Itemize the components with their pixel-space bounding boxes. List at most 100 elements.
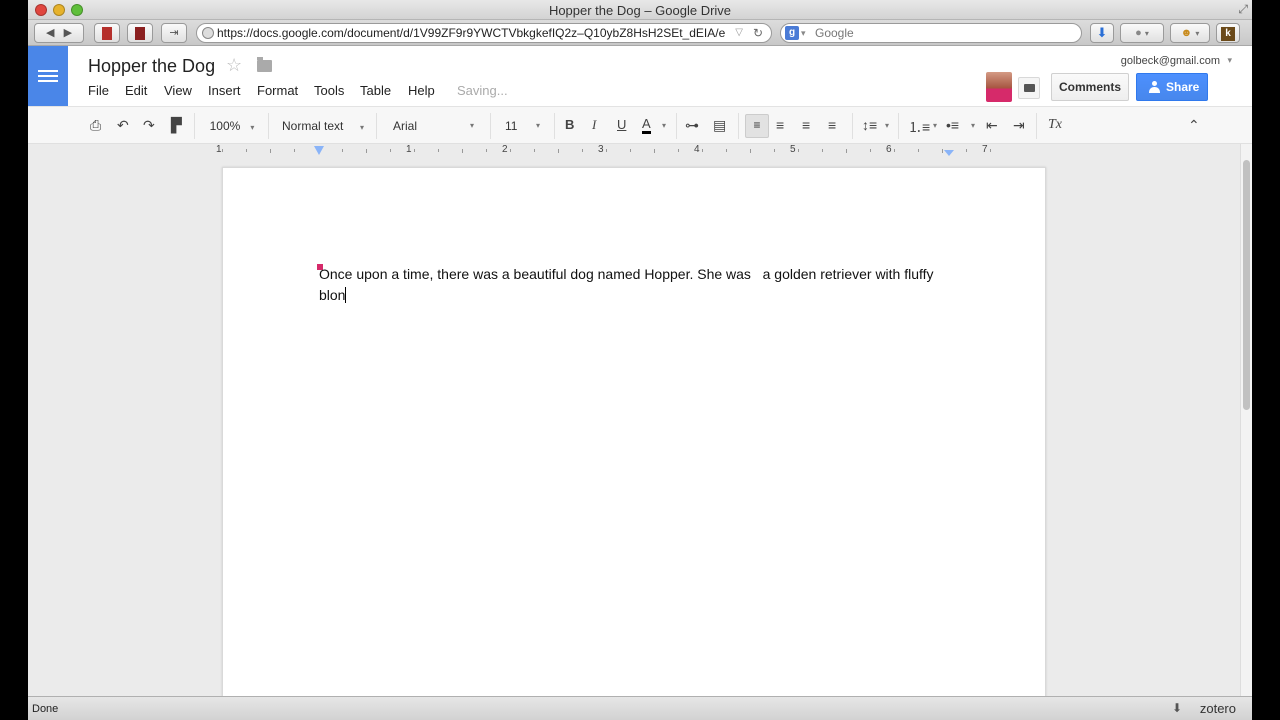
back-forward-buttons[interactable]: ◀ ▶ (34, 23, 84, 43)
window-titlebar: Hopper the Dog – Google Drive ⤢ (28, 0, 1252, 20)
downloads-button[interactable]: ⬇ (1090, 23, 1114, 43)
undo-icon[interactable]: ↶ (117, 117, 129, 134)
url-dropdown-icon[interactable]: ▽ (735, 24, 743, 42)
ruler-tick (270, 149, 271, 153)
align-left-icon[interactable]: ≡ (745, 114, 769, 138)
menu-file[interactable]: File (88, 83, 109, 98)
decrease-indent-icon[interactable]: ⇤ (986, 117, 998, 134)
line-spacing-icon[interactable]: ↕≡ (862, 117, 877, 133)
chevron-down-icon[interactable]: ▾ (662, 121, 666, 130)
save-status: Saving... (457, 83, 508, 98)
document-title[interactable]: Hopper the Dog (88, 56, 215, 77)
numbered-list-icon[interactable]: ⒈≡ (908, 117, 930, 137)
redo-icon[interactable]: ↷ (143, 117, 155, 134)
greasemonkey-button[interactable]: ☻ ▾ (1170, 23, 1210, 43)
font-size-select[interactable]: 11 ▾ (500, 116, 546, 136)
vertical-scrollbar[interactable] (1240, 144, 1252, 696)
menu-view[interactable]: View (164, 83, 192, 98)
url-text: https://docs.google.com/document/d/1V99Z… (217, 26, 726, 40)
ruler-tick (654, 149, 655, 153)
paint-format-icon[interactable]: ▛ (171, 117, 182, 134)
justify-icon[interactable]: ≡ (828, 117, 836, 133)
url-bar[interactable]: https://docs.google.com/document/d/1V99Z… (196, 23, 772, 43)
menu-edit[interactable]: Edit (125, 83, 147, 98)
scrollbar-thumb[interactable] (1243, 160, 1250, 410)
collapse-toolbar-icon[interactable]: ⌃ (1188, 117, 1200, 134)
ruler-tick (630, 149, 631, 152)
account-email[interactable]: golbeck@gmail.com (1121, 55, 1220, 67)
ruler-tick (966, 149, 967, 152)
ruler-tick (366, 149, 367, 153)
increase-indent-icon[interactable]: ⇥ (1013, 117, 1025, 134)
print-icon[interactable]: ⎙ (90, 117, 101, 134)
collaborator-avatar[interactable] (986, 72, 1012, 102)
paragraph-style-select[interactable]: Normal text ▾ (278, 116, 368, 136)
underline-icon[interactable]: U (617, 117, 626, 132)
chat-button[interactable] (1018, 77, 1040, 99)
export-icon: ⇥ (169, 27, 179, 39)
link-icon[interactable]: ⊶ (685, 117, 699, 134)
folder-icon[interactable] (257, 57, 272, 72)
book-icon (102, 27, 112, 40)
chevron-down-icon: ▾ (360, 123, 365, 132)
chevron-down-icon[interactable]: ▾ (971, 121, 975, 130)
chevron-down-icon[interactable]: ▾ (933, 121, 937, 130)
zoom-select[interactable]: 100% ▾ (204, 116, 260, 136)
account-dropdown-icon[interactable]: ▾ (1227, 55, 1232, 66)
zotero-save-icon[interactable]: ⬇ (1172, 701, 1182, 715)
align-center-icon[interactable]: ≡ (776, 117, 784, 133)
ruler-tick (846, 149, 847, 153)
search-bar[interactable]: g ▾ Google (780, 23, 1082, 43)
ruler-tick (918, 149, 919, 152)
search-engine-dropdown-icon[interactable]: ▾ (801, 24, 806, 42)
chevron-down-icon[interactable]: ▾ (885, 121, 889, 130)
text-color-icon[interactable]: A (642, 117, 651, 134)
share-page-button[interactable]: ⇥ (161, 23, 187, 43)
menu-tools[interactable]: Tools (314, 83, 344, 98)
fullscreen-icon[interactable]: ⤢ (1238, 2, 1248, 17)
ruler-number: 1 (406, 144, 412, 155)
extension-button[interactable]: ● ▾ (1120, 23, 1164, 43)
back-icon[interactable]: ◀ (46, 27, 54, 39)
star-icon[interactable]: ☆ (226, 55, 242, 76)
docs-home-logo[interactable] (28, 46, 68, 106)
forward-icon[interactable]: ▶ (64, 27, 72, 39)
document-page[interactable]: Once upon a time, there was a beautiful … (222, 167, 1046, 707)
comments-button[interactable]: Comments (1051, 73, 1129, 101)
menu-help[interactable]: Help (408, 83, 435, 98)
bulleted-list-icon[interactable]: •≡ (946, 117, 959, 133)
menu-table[interactable]: Table (360, 83, 391, 98)
google-search-engine-icon[interactable]: g (785, 26, 799, 40)
zotero-label[interactable]: zotero (1200, 701, 1236, 716)
reload-icon[interactable]: ↻ (753, 24, 763, 42)
instapaper-button[interactable] (127, 23, 153, 43)
share-button[interactable]: Share (1136, 73, 1208, 101)
menu-insert[interactable]: Insert (208, 83, 241, 98)
ruler-tick (222, 149, 223, 152)
clear-formatting-icon[interactable]: Tx (1048, 117, 1062, 133)
ruler-number: 5 (790, 144, 796, 155)
window-title: Hopper the Dog – Google Drive (548, 3, 732, 18)
ruler-tick (558, 149, 559, 153)
bold-icon[interactable]: B (565, 117, 574, 132)
menu-format[interactable]: Format (257, 83, 298, 98)
site-identity-icon[interactable] (202, 27, 214, 39)
status-text: Done (32, 703, 59, 715)
bookmark-extension-button[interactable] (94, 23, 120, 43)
kindle-icon: k (1221, 27, 1235, 41)
italic-icon[interactable]: I (592, 117, 596, 133)
ruler-number: 4 (694, 144, 700, 155)
chevron-down-icon: ▾ (536, 121, 541, 130)
ruler-tick (894, 149, 895, 152)
share-label: Share (1166, 80, 1200, 94)
ruler-number: 7 (982, 144, 988, 155)
align-right-icon[interactable]: ≡ (802, 117, 810, 133)
chevron-down-icon: ▾ (470, 121, 475, 130)
kindle-button[interactable]: k (1216, 23, 1240, 43)
document-body[interactable]: Once upon a time, there was a beautiful … (319, 264, 959, 306)
ruler-tick (798, 149, 799, 152)
font-select[interactable]: Arial ▾ (388, 116, 480, 136)
ruler-tick (942, 149, 943, 153)
insert-comment-icon[interactable]: ▤ (713, 117, 726, 134)
ruler-tick (582, 149, 583, 152)
